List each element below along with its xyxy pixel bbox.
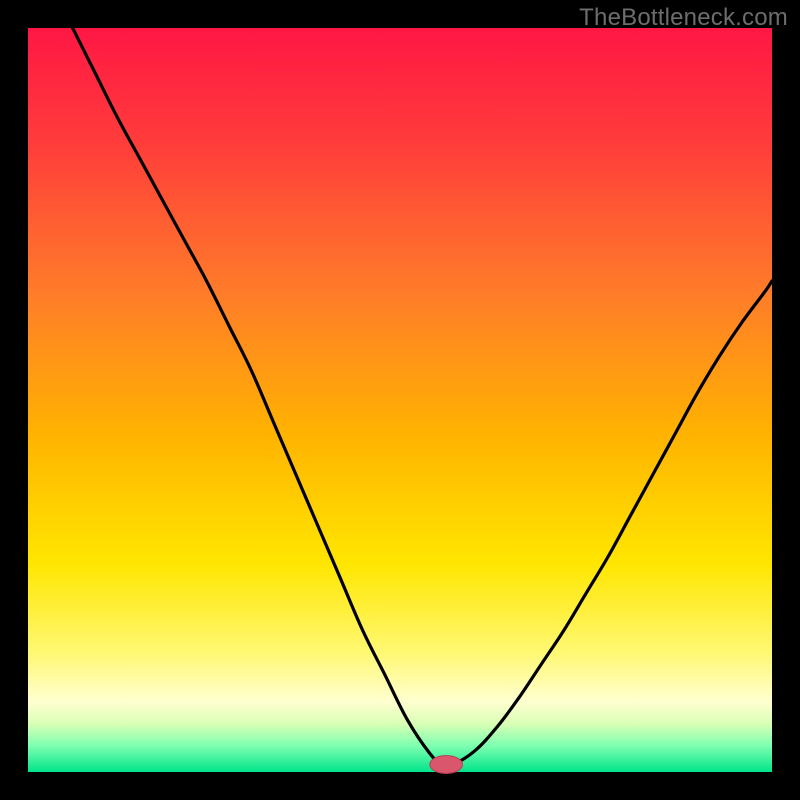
gradient-background: [28, 28, 772, 772]
chart-frame: { "watermark": "TheBottleneck.com", "col…: [0, 0, 800, 800]
bottleneck-chart: [0, 0, 800, 800]
watermark-text: TheBottleneck.com: [579, 4, 788, 32]
optimal-marker: [430, 756, 463, 774]
